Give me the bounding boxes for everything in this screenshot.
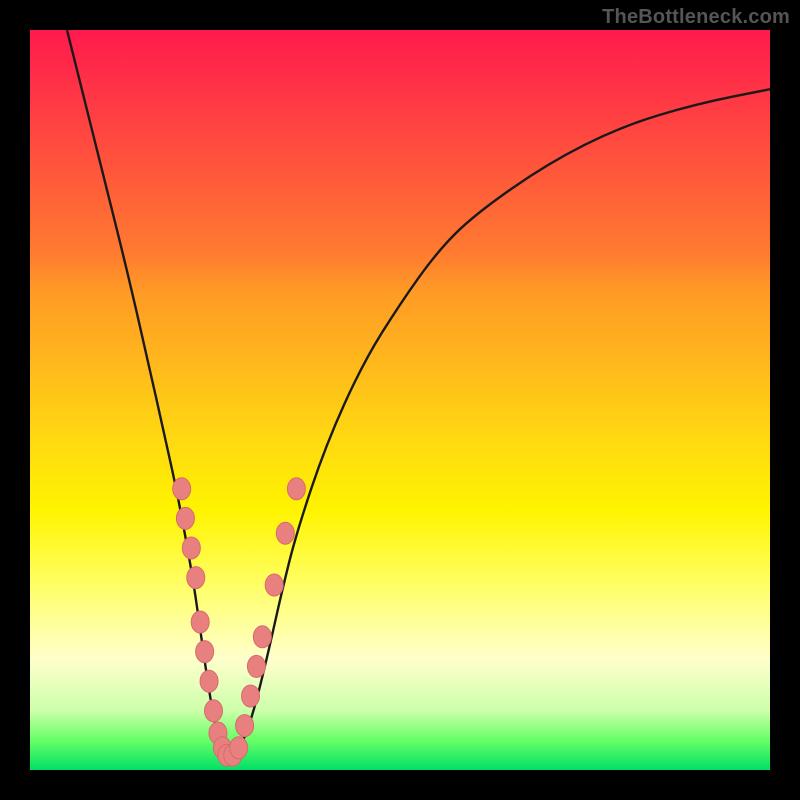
curve-marker [265, 574, 283, 596]
curve-marker [247, 655, 265, 677]
curve-marker [200, 670, 218, 692]
bottleneck-curve-svg [30, 30, 770, 770]
curve-marker [230, 737, 248, 759]
curve-marker [253, 626, 271, 648]
chart-frame: TheBottleneck.com [0, 0, 800, 800]
curve-marker [236, 715, 254, 737]
curve-marker [182, 537, 200, 559]
bottleneck-curve [67, 30, 770, 761]
curve-marker [173, 478, 191, 500]
curve-marker [187, 567, 205, 589]
curve-markers [173, 478, 306, 766]
curve-marker [196, 641, 214, 663]
curve-marker [191, 611, 209, 633]
curve-marker [205, 700, 223, 722]
curve-marker [276, 522, 294, 544]
curve-marker [176, 507, 194, 529]
curve-marker [287, 478, 305, 500]
attribution-text: TheBottleneck.com [602, 6, 790, 29]
plot-area [30, 30, 770, 770]
curve-marker [242, 685, 260, 707]
